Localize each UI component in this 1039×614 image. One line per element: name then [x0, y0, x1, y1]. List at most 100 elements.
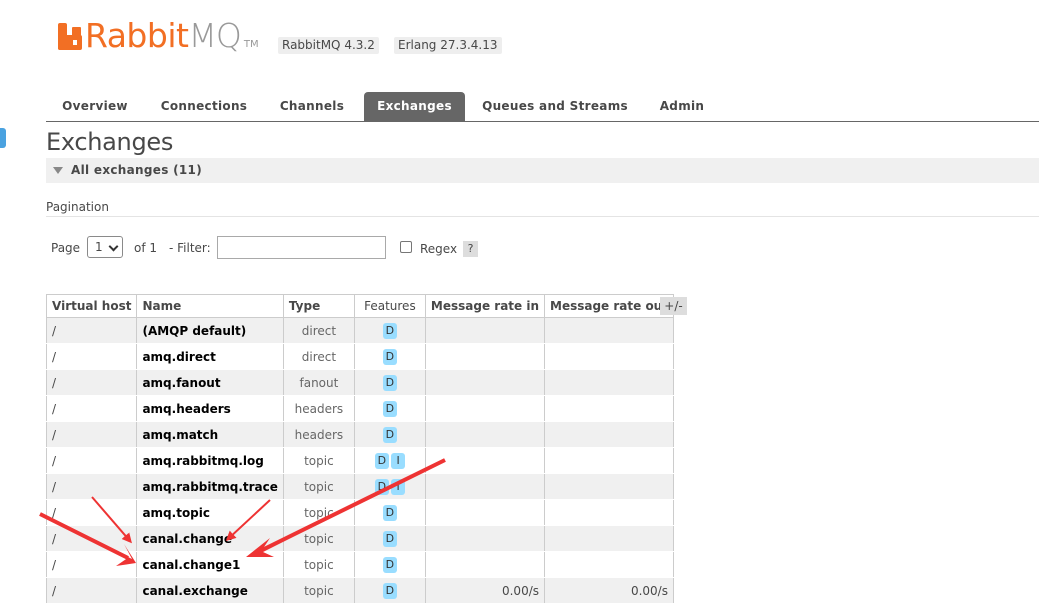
side-helper-icon[interactable]: [0, 128, 6, 148]
cell-message-rate-in: [424, 447, 546, 474]
durable-badge: D: [382, 556, 398, 573]
cell-type: topic: [282, 499, 355, 526]
tab-channels[interactable]: Channels: [266, 92, 358, 121]
durable-badge: D: [382, 504, 398, 521]
cell-message-rate-out: [544, 473, 674, 500]
cell-message-rate-out: 0.00/s: [544, 577, 674, 604]
cell-message-rate-out: [544, 395, 674, 422]
cell-message-rate-in: [424, 525, 546, 552]
cell-features: D: [353, 369, 426, 396]
logo-text-rabbit: Rabbit: [85, 16, 189, 55]
cell-exchange-name[interactable]: amq.fanout: [136, 369, 284, 396]
table-row: / canal.exchange topic D 0.00/s 0.00/s: [45, 577, 674, 604]
filter-input[interactable]: [217, 236, 386, 259]
cell-features: D: [353, 577, 426, 604]
exchanges-table: Virtual host Name Type Features Message …: [45, 294, 674, 604]
durable-badge: D: [382, 374, 398, 391]
table-row: / canal.change1 topic D: [45, 551, 674, 578]
durable-badge: D: [382, 426, 398, 443]
cell-message-rate-out: [544, 525, 674, 552]
erlang-version-badge: Erlang 27.3.4.13: [394, 37, 502, 54]
cell-virtual-host: /: [45, 551, 138, 578]
cell-exchange-name[interactable]: amq.topic: [136, 499, 284, 526]
cell-exchange-name[interactable]: amq.rabbitmq.trace: [136, 473, 284, 500]
cell-features: D: [353, 499, 426, 526]
cell-type: topic: [282, 473, 355, 500]
cell-message-rate-out: [544, 369, 674, 396]
cell-exchange-name[interactable]: amq.rabbitmq.log: [136, 447, 284, 474]
cell-features: D: [353, 525, 426, 552]
durable-badge: D: [382, 322, 398, 339]
cell-features: D: [353, 317, 426, 344]
column-toggle-button[interactable]: +/-: [660, 297, 687, 315]
cell-features: D: [353, 551, 426, 578]
cell-features: D: [353, 343, 426, 370]
cell-message-rate-out: [544, 499, 674, 526]
durable-badge: D: [382, 348, 398, 365]
page-label: Page: [51, 241, 81, 255]
cell-exchange-name[interactable]: amq.headers: [136, 395, 284, 422]
cell-type: fanout: [282, 369, 355, 396]
table-row: / amq.topic topic D: [45, 499, 674, 526]
cell-message-rate-out: [544, 447, 674, 474]
col-header-virtual-host[interactable]: Virtual host: [45, 294, 138, 318]
cell-exchange-name[interactable]: canal.change: [136, 525, 284, 552]
page-select[interactable]: 1: [87, 236, 123, 258]
col-header-name[interactable]: Name: [136, 294, 284, 318]
rabbitmq-logo-icon: [58, 23, 82, 50]
cell-type: topic: [282, 447, 355, 474]
durable-badge: D: [382, 530, 398, 547]
col-header-features[interactable]: Features: [353, 294, 426, 318]
table-header-row: Virtual host Name Type Features Message …: [45, 294, 674, 318]
page-title: Exchanges: [46, 128, 174, 156]
cell-type: headers: [282, 395, 355, 422]
col-header-type[interactable]: Type: [282, 294, 355, 318]
cell-message-rate-in: [424, 499, 546, 526]
section-title: All exchanges (11): [71, 163, 202, 177]
col-header-message-rate-out[interactable]: Message rate out: [544, 294, 674, 318]
cell-message-rate-in: [424, 369, 546, 396]
tab-admin[interactable]: Admin: [646, 92, 718, 121]
cell-type: topic: [282, 551, 355, 578]
regex-checkbox[interactable]: [400, 241, 412, 253]
cell-virtual-host: /: [45, 499, 138, 526]
cell-features: D: [353, 421, 426, 448]
cell-message-rate-in: [424, 343, 546, 370]
cell-features: DI: [353, 473, 426, 500]
page-select-value: 1: [95, 240, 103, 254]
cell-type: topic: [282, 525, 355, 552]
filter-label: - Filter:: [169, 241, 211, 255]
table-row: / canal.change topic D: [45, 525, 674, 552]
all-exchanges-section-toggle[interactable]: All exchanges (11): [46, 158, 1039, 183]
durable-badge: D: [374, 478, 390, 495]
tab-exchanges[interactable]: Exchanges: [364, 92, 465, 121]
cell-message-rate-in: [424, 317, 546, 344]
cell-exchange-name[interactable]: (AMQP default): [136, 317, 284, 344]
cell-virtual-host: /: [45, 421, 138, 448]
cell-message-rate-out: [544, 421, 674, 448]
regex-help-button[interactable]: ?: [463, 241, 478, 257]
durable-badge: D: [382, 582, 398, 599]
durable-badge: D: [382, 400, 398, 417]
cell-message-rate-out: [544, 317, 674, 344]
tab-overview[interactable]: Overview: [46, 92, 144, 121]
cell-virtual-host: /: [45, 577, 138, 604]
cell-exchange-name[interactable]: amq.direct: [136, 343, 284, 370]
cell-features: D: [353, 395, 426, 422]
table-row: / amq.fanout fanout D: [45, 369, 674, 396]
cell-exchange-name[interactable]: canal.change1: [136, 551, 284, 578]
cell-message-rate-in: [424, 421, 546, 448]
cell-exchange-name[interactable]: amq.match: [136, 421, 284, 448]
cell-message-rate-in: [424, 473, 546, 500]
cell-message-rate-out: [544, 551, 674, 578]
cell-exchange-name[interactable]: canal.exchange: [136, 577, 284, 604]
tab-connections[interactable]: Connections: [149, 92, 259, 121]
tab-queues-and-streams[interactable]: Queues and Streams: [474, 92, 636, 121]
collapse-triangle-icon: [53, 167, 63, 174]
cell-virtual-host: /: [45, 369, 138, 396]
col-header-message-rate-in[interactable]: Message rate in: [424, 294, 546, 318]
rabbitmq-version-badge: RabbitMQ 4.3.2: [278, 37, 379, 54]
cell-virtual-host: /: [45, 343, 138, 370]
cell-message-rate-out: [544, 343, 674, 370]
cell-virtual-host: /: [45, 473, 138, 500]
